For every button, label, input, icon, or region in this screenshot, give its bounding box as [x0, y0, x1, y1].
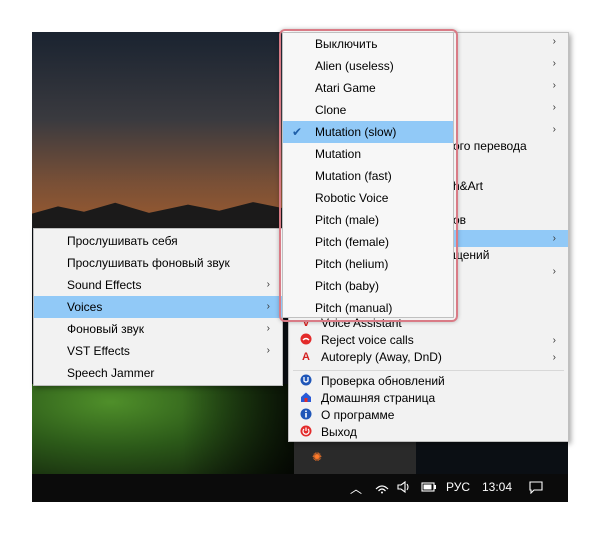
notification-icon[interactable] [528, 480, 544, 496]
app-menu-item-exit[interactable]: Выход [289, 424, 568, 441]
submenu-item-sound-effects[interactable]: Sound Effects › [34, 274, 282, 296]
voice-item[interactable]: Mutation (fast) [283, 165, 453, 187]
app-menu-item-check-updates[interactable]: Проверка обновлений [289, 373, 568, 390]
language-indicator[interactable]: РУС [446, 480, 470, 496]
voice-item[interactable]: Robotic Voice [283, 187, 453, 209]
voice-item[interactable]: Выключить [283, 33, 453, 55]
battery-icon[interactable] [420, 480, 438, 496]
update-icon [299, 374, 313, 388]
chevron-right-icon: › [552, 36, 556, 47]
submenu-item-voices[interactable]: Voices › [34, 296, 282, 318]
chevron-up-icon[interactable]: ︿ [350, 480, 362, 496]
app-menu-item-autoreply[interactable]: A Autoreply (Away, DnD) › [289, 349, 568, 366]
submenu-item-vst-effects[interactable]: VST Effects › [34, 340, 282, 362]
voice-item-selected[interactable]: ✔ Mutation (slow) [283, 121, 453, 143]
chevron-right-icon: › [552, 58, 556, 69]
wallpaper-sky [32, 32, 292, 227]
app-menu-item-reject-calls[interactable]: Reject voice calls › [289, 332, 568, 349]
tray-overflow-popup: ✺ [294, 442, 416, 474]
voice-item[interactable]: Pitch (manual) [283, 297, 453, 319]
tray-app-icon[interactable]: ✺ [312, 450, 328, 464]
app-menu-item-about[interactable]: О программе [289, 407, 568, 424]
power-icon [299, 425, 313, 439]
voice-item[interactable]: Pitch (female) [283, 231, 453, 253]
wifi-icon[interactable] [374, 480, 390, 496]
voice-item[interactable]: Pitch (male) [283, 209, 453, 231]
chevron-right-icon: › [552, 124, 556, 135]
submenu-item-speech-jammer[interactable]: Speech Jammer [34, 362, 282, 384]
chevron-right-icon: › [552, 266, 556, 277]
voice-item[interactable]: Alien (useless) [283, 55, 453, 77]
voice-item[interactable]: Pitch (baby) [283, 275, 453, 297]
chevron-right-icon: › [266, 323, 270, 334]
chevron-right-icon: › [266, 345, 270, 356]
submenu-item-monitor-background[interactable]: Прослушивать фоновый звук [34, 252, 282, 274]
chevron-right-icon: › [552, 102, 556, 113]
phone-reject-icon [299, 333, 313, 347]
chevron-right-icon: › [266, 279, 270, 290]
voice-changer-submenu: Прослушивать себя Прослушивать фоновый з… [33, 228, 283, 386]
chevron-right-icon: › [552, 233, 556, 244]
info-icon [299, 408, 313, 422]
taskbar: ︿ РУС 13:04 [32, 474, 568, 502]
voice-item[interactable]: Clone [283, 99, 453, 121]
submenu-item-background-sound[interactable]: Фоновый звук › [34, 318, 282, 340]
voice-item[interactable]: Pitch (helium) [283, 253, 453, 275]
submenu-item-monitor-self[interactable]: Прослушивать себя [34, 230, 282, 252]
chevron-right-icon: › [552, 80, 556, 91]
chevron-right-icon: › [552, 352, 556, 363]
home-icon [299, 391, 313, 405]
voice-item[interactable]: Atari Game [283, 77, 453, 99]
chevron-right-icon: › [552, 335, 556, 346]
app-menu-item-homepage[interactable]: Домашняя страница [289, 390, 568, 407]
voices-submenu: Выключить Alien (useless) Atari Game Clo… [282, 32, 454, 318]
volume-icon[interactable] [396, 480, 412, 496]
checkmark-icon: ✔ [292, 125, 303, 139]
wallpaper-shadow [182, 384, 294, 474]
clock[interactable]: 13:04 [482, 480, 512, 496]
autoreply-icon: A [302, 351, 310, 363]
menu-separator [293, 370, 564, 371]
voice-item[interactable]: Mutation [283, 143, 453, 165]
chevron-right-icon: › [266, 301, 270, 312]
